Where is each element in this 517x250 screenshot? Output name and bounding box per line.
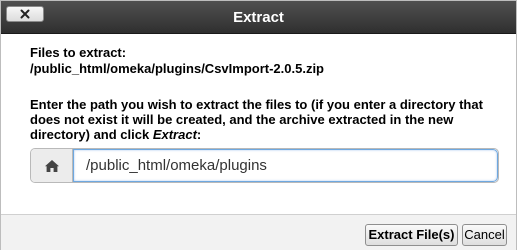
close-button[interactable]	[6, 6, 44, 22]
extract-files-button[interactable]: Extract File(s)	[365, 224, 458, 246]
files-label: Files to extract:	[30, 45, 127, 60]
close-x-icon	[20, 9, 30, 19]
home-icon	[44, 159, 59, 172]
dialog-footer: Extract File(s) Cancel	[1, 214, 516, 250]
home-addon	[31, 149, 73, 182]
extract-instructions: Enter the path you wish to extract the f…	[30, 97, 505, 142]
destination-path-input[interactable]	[73, 149, 498, 182]
files-section: Files to extract: /public_html/omeka/plu…	[30, 45, 500, 77]
dialog-title: Extract	[233, 9, 284, 26]
destination-input-group	[30, 148, 499, 183]
instructions-emphasis: Extract	[152, 127, 197, 142]
archive-path: /public_html/omeka/plugins/CsvImport-2.0…	[30, 61, 324, 76]
dialog-titlebar: Extract	[1, 1, 516, 34]
cancel-button[interactable]: Cancel	[462, 224, 507, 246]
instructions-text: Enter the path you wish to extract the f…	[30, 97, 483, 142]
extract-dialog: Extract Files to extract: /public_html/o…	[0, 0, 517, 250]
instructions-colon: :	[196, 127, 202, 142]
